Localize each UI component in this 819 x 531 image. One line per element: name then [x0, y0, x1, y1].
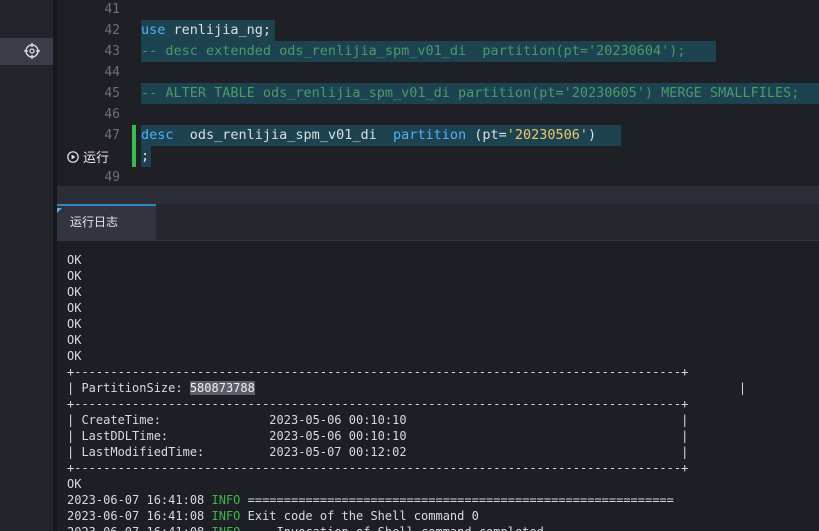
log-line: OK — [67, 477, 82, 491]
run-log-output[interactable]: OK OK OK OK OK OK OK +-------------------------… — [57, 241, 819, 531]
editor-line[interactable]: 42 use renlijia_ng; — [57, 20, 819, 41]
log-line: | LastModifiedTime: 2023-05-07 00:12:02 … — [67, 445, 689, 459]
log-line: OK — [67, 349, 82, 363]
code-token: '20230506' — [506, 127, 589, 143]
code-text: -- desc extended ods_renlijia_spm_v01_di… — [141, 41, 686, 62]
code-token: ) — [588, 127, 597, 143]
selected-text: 580873788 — [189, 381, 255, 395]
code-text: use renlijia_ng; — [141, 20, 271, 41]
editor-line[interactable]: 44 — [57, 62, 819, 83]
log-line: OK — [67, 269, 82, 283]
log-line: +---------------------------------------… — [67, 397, 689, 411]
code-token: -- ALTER TABLE ods_renlijia_spm_v01_di p… — [141, 85, 800, 101]
editor-line[interactable]: 49 — [57, 167, 819, 186]
code-editor[interactable]: 41 42 use renlijia_ng; 43 -- desc extended o… — [57, 0, 819, 186]
code-token: ; — [141, 148, 150, 164]
log-line: 2023-06-07 16:41:08 INFO ===============… — [67, 492, 674, 508]
line-number: 46 — [104, 107, 120, 122]
run-button-label: 运行 — [83, 151, 110, 166]
code-text: -- ALTER TABLE ods_renlijia_spm_v01_di p… — [141, 83, 799, 104]
log-line: | PartitionSize: 580873788 | — [67, 380, 746, 396]
log-line: OK — [67, 285, 82, 299]
code-token: ods_renlijia_spm_v01_di — [173, 127, 393, 143]
editor-line[interactable]: 运行; — [57, 146, 819, 167]
panel-resize-handle[interactable] — [57, 186, 819, 204]
code-token: -- desc extended ods_renlijia_spm_v01_di… — [141, 43, 686, 59]
sidebar-item-active[interactable] — [0, 38, 53, 65]
log-timestamp: 2023-06-07 16:41:08 — [67, 509, 212, 523]
log-line: 2023-06-07 16:41:08 INFO --- Invocation … — [67, 524, 573, 531]
line-number: 47 — [104, 128, 120, 143]
line-number: 44 — [104, 65, 120, 80]
editor-line[interactable]: 41 — [57, 0, 819, 20]
log-line: | LastDDLTime: 2023-05-06 00:10:10 | — [67, 429, 689, 443]
log-text: | PartitionSize: — [67, 381, 190, 395]
log-timestamp: 2023-06-07 16:41:08 — [67, 525, 212, 531]
log-line: OK — [67, 333, 82, 347]
tab-corner-marker — [57, 208, 62, 213]
log-line: OK — [67, 317, 82, 331]
target-icon[interactable] — [24, 43, 40, 59]
code-token: renlijia_ng; — [165, 22, 272, 38]
code-text: ; — [141, 146, 149, 167]
left-sidebar — [0, 0, 53, 531]
editor-line[interactable]: 43 -- desc extended ods_renlijia_spm_v01_… — [57, 41, 819, 62]
log-message: ========================================… — [240, 493, 674, 507]
log-line: OK — [67, 301, 82, 315]
line-number: 42 — [104, 23, 120, 38]
log-level: INFO — [211, 493, 241, 507]
code-token: (pt= — [466, 127, 507, 143]
code-text: desc ods_renlijia_spm_v01_di partition (… — [141, 125, 596, 146]
log-text: | — [254, 381, 747, 395]
log-timestamp: 2023-06-07 16:41:08 — [67, 493, 212, 507]
tab-run-log[interactable]: 运行日志 — [57, 204, 156, 240]
tab-run-log-label: 运行日志 — [70, 215, 119, 229]
log-message: --- Invocation of Shell command complete… — [240, 525, 573, 531]
log-tabbar: 运行日志 — [57, 204, 819, 241]
log-level: INFO — [211, 509, 241, 523]
log-line: +---------------------------------------… — [67, 365, 689, 379]
play-icon — [67, 150, 79, 163]
line-number: 49 — [104, 170, 120, 185]
active-statement-marker — [132, 146, 136, 167]
log-level: INFO — [212, 525, 241, 531]
code-token: partition — [392, 127, 467, 143]
line-number: 41 — [104, 2, 120, 17]
log-line: 2023-06-07 16:41:08 INFO Exit code of th… — [67, 508, 479, 524]
line-number: 45 — [104, 86, 120, 101]
log-line: OK — [67, 253, 82, 267]
log-message: Exit code of the Shell command 0 — [240, 509, 479, 523]
editor-line[interactable]: 46 — [57, 104, 819, 125]
code-token: use — [141, 22, 166, 38]
editor-line[interactable]: 47 desc ods_renlijia_spm_v01_di partition… — [57, 125, 819, 146]
run-button[interactable]: 运行 — [67, 146, 109, 167]
log-line: +---------------------------------------… — [67, 461, 689, 475]
log-line: | CreateTime: 2023-05-06 00:10:10 | — [67, 413, 689, 427]
code-token: desc — [141, 127, 174, 143]
active-statement-marker — [132, 125, 136, 146]
line-number: 43 — [104, 44, 120, 59]
editor-line[interactable]: 45 -- ALTER TABLE ods_renlijia_spm_v01_di… — [57, 83, 819, 104]
